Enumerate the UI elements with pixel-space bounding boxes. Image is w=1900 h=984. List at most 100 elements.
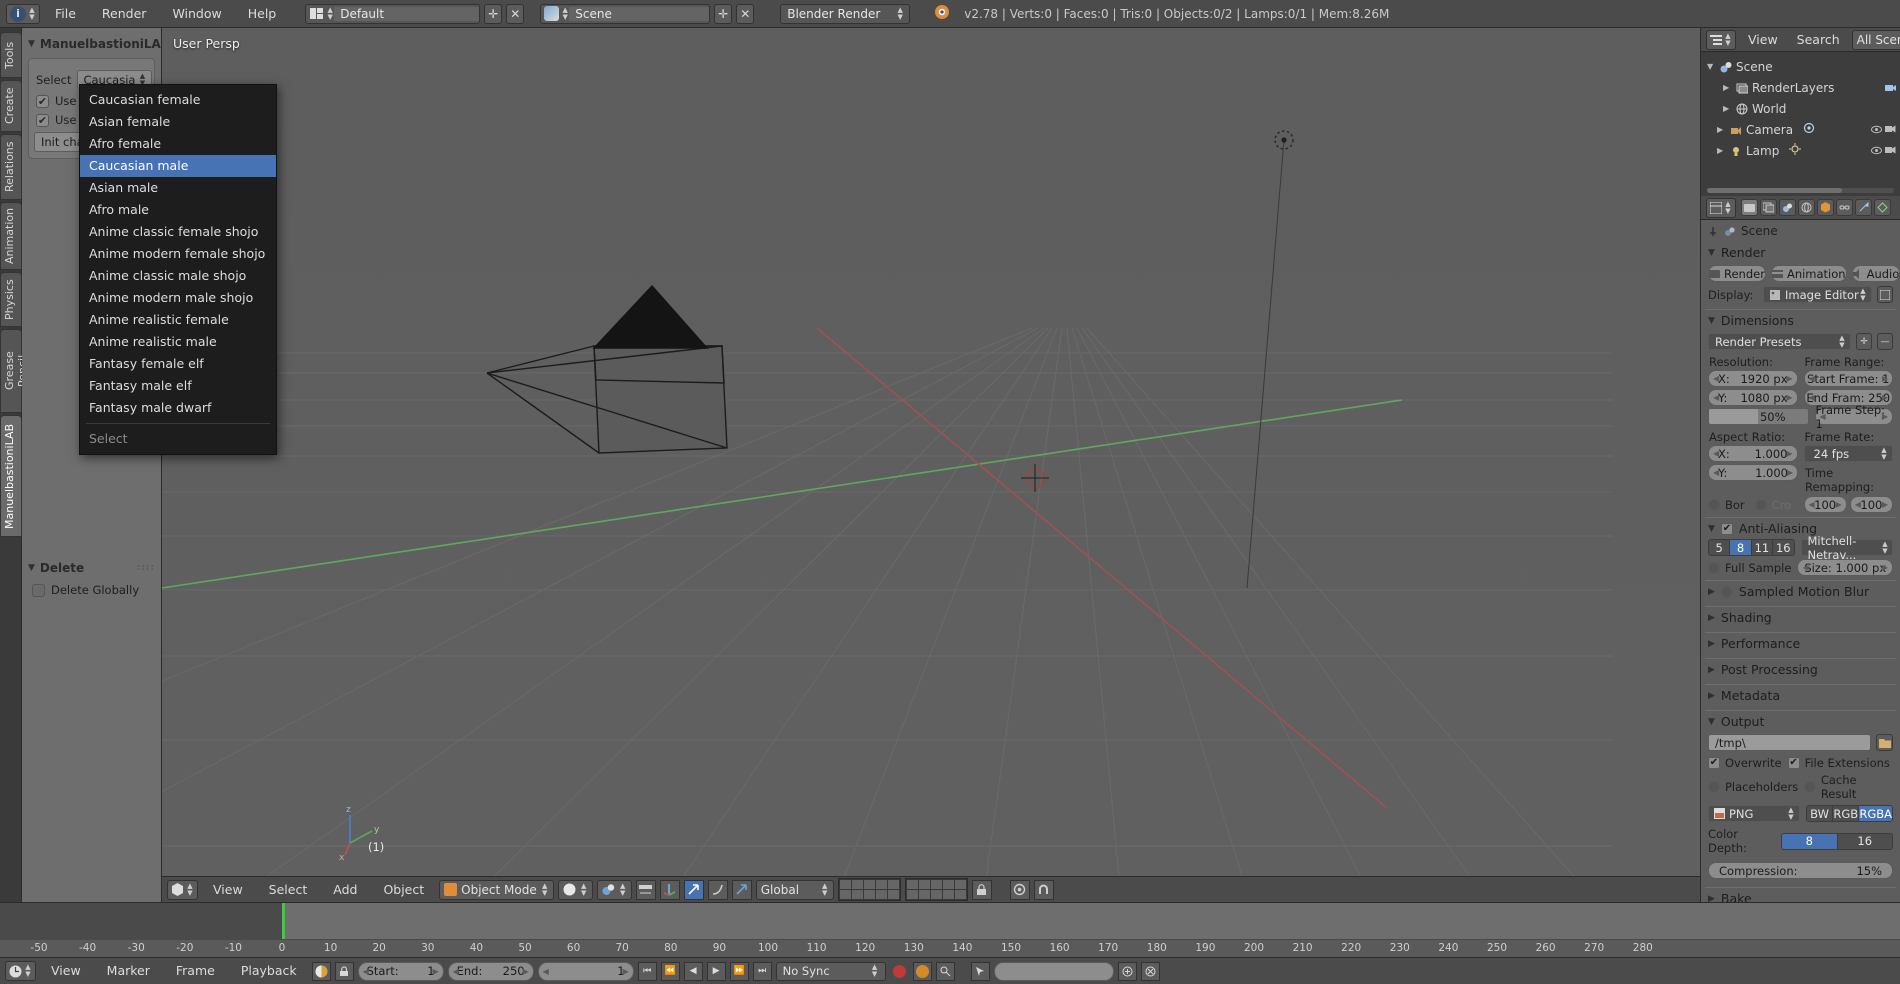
section-sampled-motion-blur-header[interactable]: ▶ ✔ Sampled Motion Blur :::: <box>1701 581 1900 602</box>
increment-arrow-icon-curframe[interactable]: ▶ <box>622 967 628 976</box>
menu-window[interactable]: Window <box>161 3 232 25</box>
expand-triangle-icon-world[interactable]: ▶ <box>1723 104 1732 113</box>
outliner-display-mode[interactable]: All Scenes <box>1851 29 1900 50</box>
sampled-motion-blur-checkbox[interactable]: ✔ <box>1720 585 1733 598</box>
frame-rate-selector[interactable]: 24 fps ▲ ▼ <box>1803 445 1893 462</box>
increment-arrow-icon-end[interactable]: ▶ <box>1882 393 1888 402</box>
aa-samples-group[interactable]: 5 8 11 16 <box>1708 539 1795 556</box>
outliner-menu-view[interactable]: View <box>1741 30 1785 50</box>
viewport-menu-object[interactable]: Object <box>372 880 435 900</box>
end-frame-input[interactable]: ◀ End: 250 ▶ <box>447 961 534 981</box>
tab-data[interactable] <box>1874 199 1891 216</box>
manuelbastionilab-panel-header[interactable]: ▼ ManuelbastioniLAB <box>22 34 170 54</box>
section-metadata-header[interactable]: ▶ Metadata :::: <box>1701 685 1900 706</box>
increment-arrow-icon-ax[interactable]: ▶ <box>1786 449 1792 458</box>
extra-manipulator-button[interactable] <box>731 879 752 900</box>
current-frame-input[interactable]: ◀ 1 ▶ <box>537 961 634 981</box>
decrement-arrow-icon-told[interactable]: ◀ <box>1809 500 1815 509</box>
jump-to-start-button[interactable]: ⏮ <box>637 961 657 981</box>
dropdown-item-10[interactable]: Anime realistic female <box>80 309 276 331</box>
increment-arrow-icon-step[interactable]: ▶ <box>1882 412 1888 421</box>
decrement-arrow-icon-tlstart[interactable]: ◀ <box>363 967 369 976</box>
decrement-arrow-icon-size[interactable]: ◀ <box>1802 563 1808 572</box>
viewport-menu-select[interactable]: Select <box>258 880 319 900</box>
editor-type-selector[interactable]: ▲ ▼ <box>167 879 198 900</box>
dropdown-item-0[interactable]: Caucasian female <box>80 89 276 111</box>
tab-render[interactable] <box>1741 199 1758 216</box>
dropdown-item-3[interactable]: Caucasian male <box>80 155 276 177</box>
increment-arrow-icon-y[interactable]: ▶ <box>1786 393 1792 402</box>
proportional-edit-button[interactable] <box>1009 879 1030 900</box>
vtab-grease-pencil[interactable]: Grease Pencil <box>0 329 29 413</box>
lamp-visibility-toggles[interactable] <box>1871 146 1900 155</box>
display-extra-button[interactable] <box>1877 286 1893 303</box>
delete-scene-button[interactable]: ✕ <box>736 3 755 24</box>
aa-sample-11[interactable]: 11 <box>1751 540 1774 555</box>
snap-magnet-button[interactable] <box>1033 879 1054 900</box>
frame-step-field[interactable]: ◀ Frame Step: 1 ▶ <box>1814 403 1893 431</box>
dropdown-item-8[interactable]: Anime classic male shojo <box>80 265 276 287</box>
vtab-physics[interactable]: Physics <box>0 272 22 327</box>
time-remap-old-field[interactable]: ◀ 100 ▶ <box>1803 496 1847 513</box>
aspect-x-field[interactable]: ◀ X: 1.000 ▶ <box>1708 445 1798 462</box>
resolution-y-field[interactable]: ◀ Y: 1080 px ▶ <box>1708 389 1798 406</box>
sync-mode-selector[interactable]: No Sync ▲ ▼ <box>775 961 886 981</box>
increment-arrow-icon-ay[interactable]: ▶ <box>1787 468 1793 477</box>
decrement-arrow-icon-tnew[interactable]: ◀ <box>1855 500 1861 509</box>
menu-render[interactable]: Render <box>91 3 158 25</box>
tab-world[interactable] <box>1798 199 1815 216</box>
color-channels-group[interactable]: BW RGB RGBA <box>1806 805 1893 822</box>
keyframe-type-button[interactable] <box>912 961 932 981</box>
decrement-arrow-icon-step[interactable]: ◀ <box>1820 412 1826 421</box>
dropdown-item-1[interactable]: Asian female <box>80 111 276 133</box>
delete-globally-row[interactable]: ✔ Delete Globally <box>32 583 159 597</box>
outliner-editor-type[interactable]: ▲ ▼ <box>1706 29 1736 50</box>
play-button[interactable]: ▶ <box>706 961 726 981</box>
render-presets-selector[interactable]: Render Presets ▲ ▼ <box>1708 333 1851 350</box>
aa-sample-8[interactable]: 8 <box>1730 540 1752 555</box>
viewport-shading-selector[interactable]: ▲ ▼ <box>557 879 593 900</box>
screen-layout-selector[interactable]: ▲ ▼ Default <box>305 3 481 24</box>
menu-help[interactable]: Help <box>237 3 288 25</box>
scene-layers-group-1[interactable] <box>837 878 901 901</box>
vtab-create[interactable]: Create <box>0 80 22 132</box>
section-dimensions-header[interactable]: ▼ Dimensions :::: <box>1701 310 1900 331</box>
dropdown-item-5[interactable]: Afro male <box>80 199 276 221</box>
timeline-track[interactable] <box>0 903 1900 939</box>
resolution-percentage-slider[interactable]: 50% <box>1708 408 1809 425</box>
add-scene-button[interactable]: ✛ <box>714 3 733 24</box>
dropdown-item-6[interactable]: Anime classic female shojo <box>80 221 276 243</box>
start-frame-field[interactable]: ◀ Start Frame: 1 ▶ <box>1803 370 1893 387</box>
increment-arrow-icon-size[interactable]: ▶ <box>1882 563 1888 572</box>
start-frame-input[interactable]: ◀ Start: 1 ▶ <box>357 961 444 981</box>
vtab-manuelbastionilab[interactable]: ManuelbastioniLAB <box>0 415 22 537</box>
tab-modifiers[interactable] <box>1855 199 1872 216</box>
color-depth-8[interactable]: 8 <box>1782 833 1838 849</box>
aa-sample-5[interactable]: 5 <box>1709 540 1731 555</box>
transform-orientation-selector[interactable]: Global ▲ ▼ <box>755 879 834 900</box>
resolution-x-field[interactable]: ◀ X: 1920 px ▶ <box>1708 370 1798 387</box>
decrement-arrow-icon-tlend[interactable]: ◀ <box>453 967 459 976</box>
increment-arrow-icon[interactable]: ▶ <box>1786 374 1792 383</box>
scene-layers-group-2[interactable] <box>904 878 968 901</box>
outliner-row-scene[interactable]: ▼ Scene <box>1701 56 1900 77</box>
decrement-arrow-icon-start[interactable]: ◀ <box>1809 374 1815 383</box>
placeholders-row[interactable]: ✔ Placeholders <box>1708 773 1798 801</box>
tab-object[interactable] <box>1817 199 1834 216</box>
decrement-arrow-icon-end[interactable]: ◀ <box>1809 393 1815 402</box>
outliner-tree[interactable]: ▼ Scene ▶ RenderLayers ▶ World ▶ Camera … <box>1701 52 1900 196</box>
3d-viewport[interactable]: z y x User Persp (1) <box>162 28 1700 876</box>
color-depth-group[interactable]: 8 16 <box>1781 832 1893 850</box>
remove-preset-button[interactable]: — <box>1877 333 1893 350</box>
menu-file[interactable]: File <box>44 3 87 25</box>
cache-result-row[interactable]: ✔ Cache Result <box>1804 773 1893 801</box>
tab-scene[interactable] <box>1779 199 1796 216</box>
channel-bw[interactable]: BW <box>1807 806 1834 821</box>
outliner-row-world[interactable]: ▶ World <box>1701 98 1900 119</box>
lock-object-modes-button[interactable] <box>971 879 992 900</box>
file-extensions-row[interactable]: ✔ File Extensions <box>1787 756 1890 770</box>
add-keyingset-button[interactable] <box>1117 961 1137 981</box>
dropdown-item-9[interactable]: Anime modern male shojo <box>80 287 276 309</box>
decrement-arrow-icon-curframe[interactable]: ◀ <box>543 967 549 976</box>
delete-panel-header[interactable]: ▼ Delete :::: <box>22 558 161 578</box>
